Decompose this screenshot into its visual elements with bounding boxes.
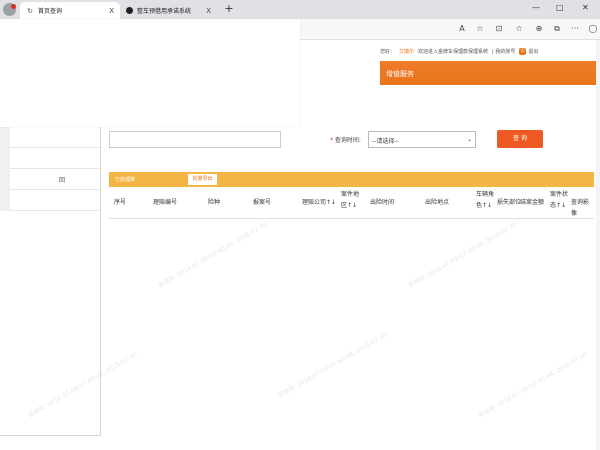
- close-tab-icon[interactable]: X: [109, 7, 114, 15]
- profile-avatar-icon[interactable]: [3, 3, 16, 16]
- query-time-select[interactable]: --请选择-- ⌄: [368, 131, 476, 148]
- user-info-bar: 您好： 艾瑞尔 欢迎进入金牌车保理款保理系统 | 我的账号 ⏻ 退出: [380, 44, 600, 58]
- minimize-icon[interactable]: —: [532, 3, 540, 12]
- chevron-down-icon: ⌄: [466, 136, 472, 143]
- exit-button[interactable]: ⏻ 退出: [519, 47, 539, 55]
- browser-tab-bar: ↻ 首页查询 X 整车预借用承诺系统 X + — □ ✕: [0, 0, 600, 19]
- new-tab-button[interactable]: +: [222, 2, 236, 16]
- column-header[interactable]: 结案金额: [520, 197, 544, 208]
- sidebar-item[interactable]: [0, 127, 100, 148]
- sidebar-item[interactable]: [0, 190, 100, 211]
- site-favicon-icon: [126, 7, 133, 14]
- column-header[interactable]: 报案号: [253, 197, 271, 208]
- tab-label: 整车预借用承诺系统: [137, 8, 192, 15]
- tab-vehicle-system[interactable]: 整车预借用承诺系统 X: [120, 2, 217, 19]
- column-header[interactable]: 出险地点: [425, 197, 449, 208]
- column-header[interactable]: 理赔公司↑↓: [302, 197, 336, 208]
- sidebar-item[interactable]: 回: [0, 169, 100, 190]
- watermark-text: 吴领导, 2018-07-09-07:40:48, 2018-07-30: [477, 351, 589, 420]
- sidebar-item[interactable]: [0, 148, 100, 169]
- select-value: --请选择--: [372, 138, 399, 145]
- column-header[interactable]: 险种: [208, 197, 220, 208]
- watermark-text: 吴领导, 2018-07-09-07:40:48, 2018-07-30: [157, 221, 269, 290]
- welcome-text: 欢迎进入金牌车保理款保理系统: [418, 48, 489, 55]
- result-bar: [109, 172, 594, 187]
- extensions-icon[interactable]: ⊕: [534, 24, 544, 34]
- maximize-icon[interactable]: □: [556, 3, 564, 12]
- read-aloud-icon[interactable]: A: [457, 24, 467, 34]
- copilot-icon[interactable]: ◯: [588, 24, 598, 34]
- watermark-text: 吴领导, 2018-07-09-07:40:48, 2018-07-30: [407, 221, 519, 290]
- split-screen-icon[interactable]: ⊡: [494, 24, 504, 34]
- favorites-bar-icon[interactable]: ☆: [514, 24, 524, 34]
- query-time-text: 查询时间:: [334, 137, 361, 144]
- query-button[interactable]: 查 询: [497, 130, 543, 148]
- batch-export-button[interactable]: 批量导出: [188, 174, 217, 185]
- query-time-label: * 查询时间:: [330, 135, 361, 144]
- column-header[interactable]: 案件状态↑↓: [550, 189, 570, 211]
- greeting-text: 您好：: [380, 48, 396, 55]
- results-table-header: 序号 理赔编号 险种 报案号 理赔公司↑↓ 案件地区↑↓ 出险时间 出险地点 车…: [109, 187, 594, 219]
- exit-icon: ⏻: [519, 47, 527, 55]
- tab-label: 首页查询: [38, 8, 63, 15]
- page-scrollbar[interactable]: [596, 40, 600, 450]
- popup-overlay: [0, 19, 300, 127]
- column-header[interactable]: 查询影像: [571, 197, 594, 219]
- column-header[interactable]: 理赔编号: [153, 197, 177, 208]
- column-header[interactable]: 序号: [114, 197, 126, 208]
- user-name[interactable]: 艾瑞尔: [399, 48, 414, 55]
- left-sidebar: 回: [0, 127, 101, 436]
- column-header[interactable]: 损失部位: [497, 197, 521, 208]
- banner-title: 增值服务: [386, 70, 414, 78]
- close-window-icon[interactable]: ✕: [582, 3, 589, 12]
- loading-icon: ↻: [27, 6, 33, 15]
- close-tab-icon[interactable]: X: [206, 7, 211, 15]
- watermark-text: 吴领导, 2018-07-09-07:40:48, 2018-07-30: [277, 331, 389, 400]
- required-mark: *: [330, 137, 333, 144]
- column-header[interactable]: 案件地区↑↓: [341, 189, 361, 211]
- column-header[interactable]: 车辆角色↑↓: [476, 189, 496, 211]
- result-count-label: 已处理数: [115, 177, 136, 183]
- tab-home-query[interactable]: ↻ 首页查询 X: [20, 2, 120, 19]
- collections-icon[interactable]: ⧉: [552, 24, 562, 34]
- exit-label: 退出: [528, 48, 539, 55]
- column-header[interactable]: 出险时间: [370, 197, 394, 208]
- favorite-icon[interactable]: ☆: [475, 24, 485, 34]
- value-added-banner: 增值服务: [380, 61, 600, 85]
- more-menu-icon[interactable]: ···: [570, 24, 580, 34]
- search-input[interactable]: [109, 131, 281, 148]
- my-account-link[interactable]: | 我的账号: [492, 48, 515, 55]
- sidebar-edge: [0, 127, 10, 211]
